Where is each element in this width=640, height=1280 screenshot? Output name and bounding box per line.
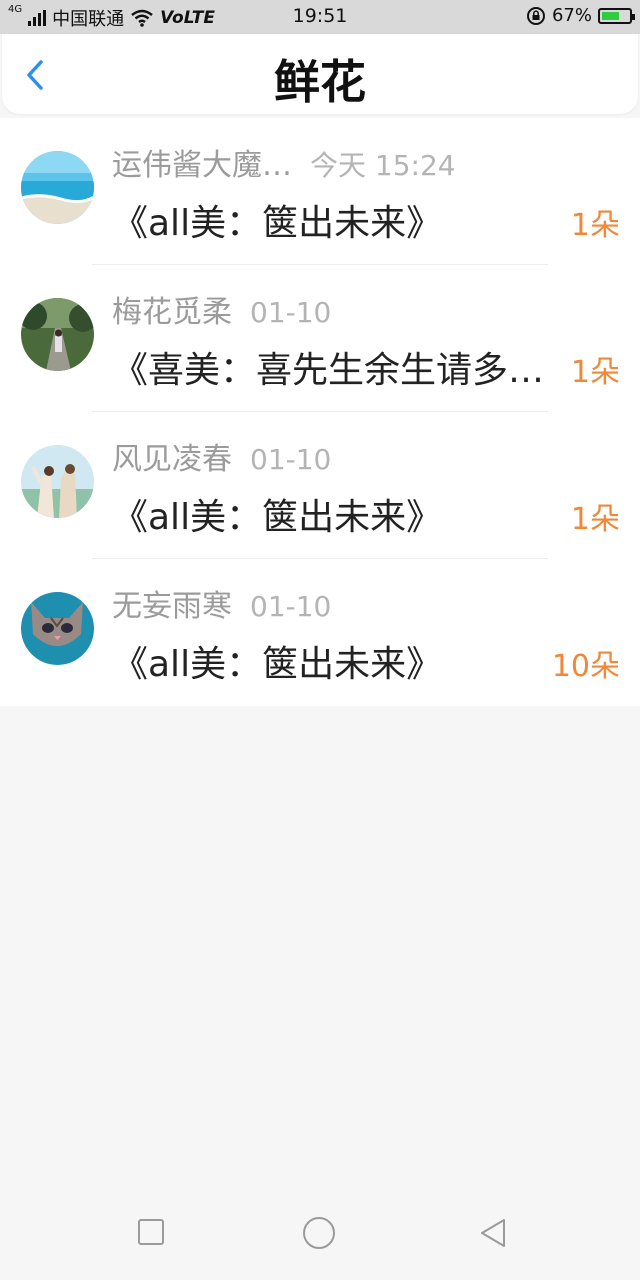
triangle-back-icon[interactable] <box>478 1218 508 1248</box>
battery-fill <box>602 11 620 20</box>
flower-count: 1朵 <box>570 355 620 390</box>
flower-list: 运伟酱大魔… 今天 15:24 《all美：箧出未来》 1朵 梅花觅柔 01-10 … <box>0 118 640 706</box>
square-recent-icon[interactable] <box>137 1218 165 1246</box>
send-date: 01-10 <box>250 590 332 623</box>
flower-count: 1朵 <box>570 502 620 537</box>
battery-icon <box>598 7 635 24</box>
sender-name: 无妄雨寒 <box>112 589 232 624</box>
list-item[interactable]: 无妄雨寒 01-10 《all美：箧出未来》 10朵 <box>0 559 640 706</box>
send-date: 01-10 <box>250 296 332 329</box>
battery-percent: 67% <box>551 5 592 26</box>
sender-name: 梅花觅柔 <box>112 295 232 330</box>
send-date: 01-10 <box>250 443 332 476</box>
flower-count: 10朵 <box>551 649 620 684</box>
list-item[interactable]: 风见凌春 01-10 《all美：箧出未来》 1朵 <box>0 412 640 559</box>
sender-name: 运伟酱大魔… <box>112 148 292 183</box>
avatar[interactable] <box>21 298 94 371</box>
book-title: 《all美：箧出未来》 <box>112 497 443 538</box>
send-date: 今天 15:24 <box>310 149 456 182</box>
book-title: 《喜美：喜先生余生请多指教》 <box>112 350 562 391</box>
flower-count: 1朵 <box>570 208 620 243</box>
avatar[interactable] <box>21 592 94 665</box>
rotation-lock-icon <box>526 6 545 25</box>
status-bar: 4G 中国联通 VoLTE 19:51 67% <box>0 0 640 34</box>
page-title: 鲜花 <box>274 55 366 109</box>
list-item[interactable]: 运伟酱大魔… 今天 15:24 《all美：箧出未来》 1朵 <box>0 118 640 265</box>
avatar[interactable] <box>21 151 94 224</box>
header-bar: 鲜花 <box>2 34 638 114</box>
sender-name: 风见凌春 <box>112 442 232 477</box>
book-title: 《all美：箧出未来》 <box>112 644 443 685</box>
system-nav-bar <box>0 1194 640 1280</box>
circle-home-icon[interactable] <box>302 1216 336 1250</box>
list-item[interactable]: 梅花觅柔 01-10 《喜美：喜先生余生请多指教》 1朵 <box>0 265 640 412</box>
book-title: 《all美：箧出未来》 <box>112 203 443 244</box>
avatar[interactable] <box>21 445 94 518</box>
